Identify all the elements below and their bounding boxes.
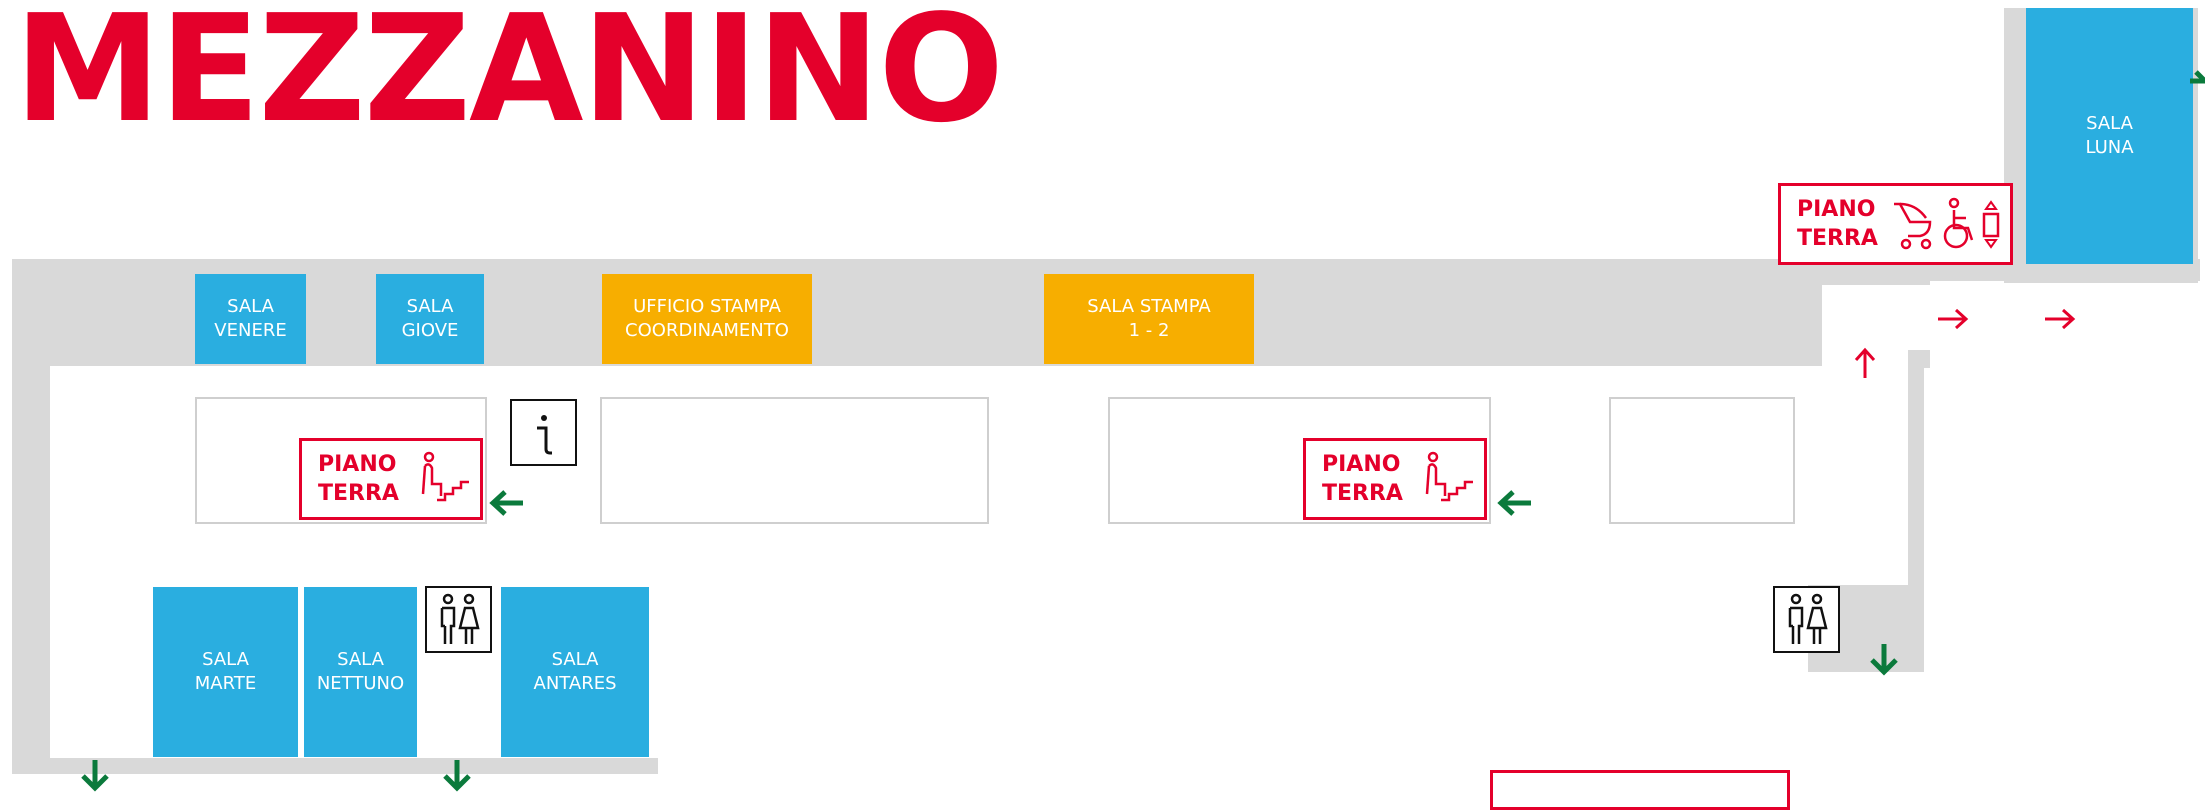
floor-title: MEZZANINO <box>14 0 1004 155</box>
block-outline-4 <box>1609 397 1795 524</box>
arrow-up-icon <box>1852 346 1878 380</box>
sign-partial-bottom <box>1490 770 1790 810</box>
arrow-right-icon <box>2190 66 2205 96</box>
arrow-left-icon <box>1497 488 1533 518</box>
room-sala-luna[interactable]: SALA LUNA <box>2026 8 2193 264</box>
room-sala-nettuno[interactable]: SALA NETTUNO <box>304 587 417 757</box>
sign-elevator-label: PIANO TERRA <box>1797 197 1878 251</box>
sign-stairs-center[interactable]: PIANO TERRA <box>1303 438 1487 520</box>
info-icon[interactable] <box>510 399 577 466</box>
room-sala-stampa[interactable]: SALA STAMPA 1 - 2 <box>1044 274 1254 364</box>
sign-elevator[interactable]: PIANO TERRA <box>1778 183 2013 265</box>
room-sala-antares[interactable]: SALA ANTARES <box>501 587 649 757</box>
stroller-icon <box>1890 196 1936 252</box>
arrow-down-icon <box>1868 642 1900 676</box>
floor-area-right-gap <box>658 585 1772 793</box>
room-sala-giove[interactable]: SALA GIOVE <box>376 274 484 364</box>
stairs-icon <box>415 450 471 508</box>
elevator-icon <box>1980 196 2002 252</box>
restroom-icon[interactable] <box>425 586 492 653</box>
arrow-right-icon <box>1936 306 1970 332</box>
block-outline-2 <box>600 397 989 524</box>
room-ufficio-stampa[interactable]: UFFICIO STAMPA COORDINAMENTO <box>602 274 812 364</box>
sign-stairs-left-label: PIANO TERRA <box>318 452 399 506</box>
sign-stairs-center-label: PIANO TERRA <box>1322 452 1403 506</box>
restroom-icon-right[interactable] <box>1773 586 1840 653</box>
wheelchair-icon <box>1942 196 1978 252</box>
arrow-down-icon <box>79 758 111 792</box>
arrow-down-icon <box>441 758 473 792</box>
room-sala-venere[interactable]: SALA VENERE <box>195 274 306 364</box>
stairs-icon <box>1419 450 1475 508</box>
room-sala-marte[interactable]: SALA MARTE <box>153 587 298 757</box>
arrow-right-icon <box>2043 306 2077 332</box>
sign-stairs-left[interactable]: PIANO TERRA <box>299 438 483 520</box>
arrow-left-icon <box>489 488 525 518</box>
floor-area-luna <box>1822 285 2205 350</box>
